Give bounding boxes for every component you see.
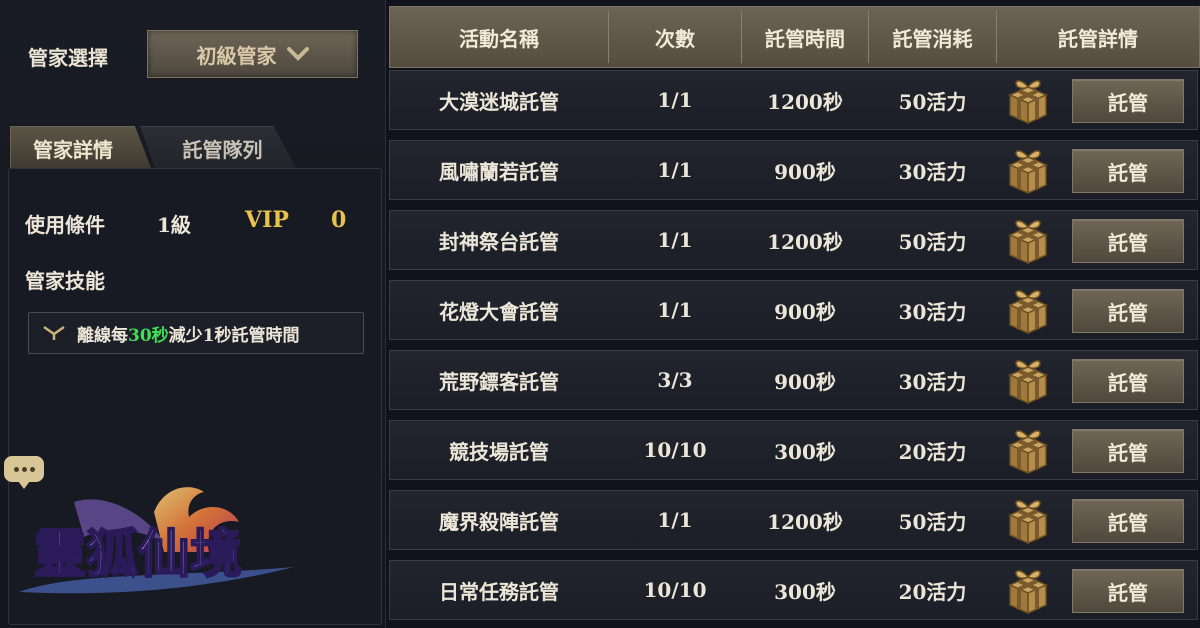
activity-time: 1200秒 xyxy=(767,509,843,534)
table-row: 競技場託管 10/10 300秒 20活力 託管 xyxy=(389,420,1198,480)
gift-box-icon[interactable] xyxy=(1002,75,1054,125)
vip-label: VIP xyxy=(245,207,289,233)
table-row: 封神祭台託管 1/1 1200秒 50活力 託管 xyxy=(389,210,1198,270)
vip-value: 0 xyxy=(331,207,347,233)
host-button[interactable]: 託管 xyxy=(1072,79,1184,123)
activity-count: 10/10 xyxy=(643,438,707,462)
activity-name: 風嘯蘭若託管 xyxy=(439,159,559,184)
manager-panel: 管家選擇 初級管家 託管隊列 管家詳情 使用條件 1級 VIP 0 管家技能 離… xyxy=(0,0,386,628)
activity-time: 900秒 xyxy=(774,369,836,394)
host-button[interactable]: 託管 xyxy=(1072,429,1184,473)
header-time: 託管時間 xyxy=(765,26,845,51)
gift-box-icon[interactable] xyxy=(1002,355,1054,405)
tab-queue-label: 託管隊列 xyxy=(182,137,263,162)
table-row: 日常任務託管 10/10 300秒 20活力 託管 xyxy=(389,560,1198,620)
activity-name: 花燈大會託管 xyxy=(439,299,559,324)
skill-text-highlight: 30秒 xyxy=(128,325,169,346)
hosting-table: 活動名稱 次數 託管時間 託管消耗 託管詳情 大漠迷城託管 1/1 1200秒 50活… xyxy=(389,6,1200,623)
activity-count: 1/1 xyxy=(657,228,693,252)
header-cost: 託管消耗 xyxy=(892,26,973,51)
activity-count: 1/1 xyxy=(657,298,693,322)
skill-item: 離線每30秒減少1秒託管時間 xyxy=(28,312,364,354)
host-button[interactable]: 託管 xyxy=(1072,569,1184,613)
activity-time: 1200秒 xyxy=(767,89,843,114)
header-details: 託管詳情 xyxy=(1058,26,1138,51)
activity-count: 3/3 xyxy=(657,368,693,392)
table-header: 活動名稱 次數 託管時間 託管消耗 託管詳情 xyxy=(389,6,1200,68)
activity-count: 1/1 xyxy=(657,508,693,532)
activity-cost: 20活力 xyxy=(898,439,967,464)
activity-time: 300秒 xyxy=(774,439,836,464)
activity-cost: 50活力 xyxy=(898,509,967,534)
skill-text-pre: 離線每 xyxy=(77,325,128,346)
activity-cost: 50活力 xyxy=(898,89,967,114)
gift-box-icon[interactable] xyxy=(1002,285,1054,335)
header-count: 次數 xyxy=(655,26,695,51)
table-row: 風嘯蘭若託管 1/1 900秒 30活力 託管 xyxy=(389,140,1198,200)
gift-box-icon[interactable] xyxy=(1002,495,1054,545)
activity-count: 1/1 xyxy=(657,158,693,182)
table-row: 花燈大會託管 1/1 900秒 30活力 託管 xyxy=(389,280,1198,340)
activity-count: 10/10 xyxy=(643,578,707,602)
table-row: 荒野鏢客託管 3/3 900秒 30活力 託管 xyxy=(389,350,1198,410)
tab-details[interactable]: 管家詳情 xyxy=(10,126,152,170)
skill-label: 管家技能 xyxy=(25,269,105,293)
activity-count: 1/1 xyxy=(657,88,693,112)
chat-icon[interactable] xyxy=(4,456,44,489)
activity-cost: 30活力 xyxy=(898,159,967,184)
manager-select-label: 管家選擇 xyxy=(28,46,108,70)
condition-label: 使用條件 xyxy=(25,213,105,237)
skill-arrow-icon xyxy=(43,325,65,340)
gift-box-icon[interactable] xyxy=(1002,215,1054,265)
host-button[interactable]: 託管 xyxy=(1072,359,1184,403)
chevron-down-icon xyxy=(286,47,309,61)
activity-name: 魔界殺陣託管 xyxy=(439,509,559,534)
activity-name: 荒野鏢客託管 xyxy=(439,369,559,394)
activity-cost: 20活力 xyxy=(898,579,967,604)
activity-cost: 30活力 xyxy=(898,299,967,324)
host-button[interactable]: 託管 xyxy=(1072,289,1184,333)
host-button[interactable]: 託管 xyxy=(1072,149,1184,193)
tab-details-label: 管家詳情 xyxy=(33,137,113,162)
activity-name: 大漠迷城託管 xyxy=(439,89,559,114)
logo-text: 靈狐仙境 xyxy=(34,524,242,585)
activity-time: 1200秒 xyxy=(767,229,843,254)
table-row: 魔界殺陣託管 1/1 1200秒 50活力 託管 xyxy=(389,490,1198,550)
game-logo: 靈狐仙境 xyxy=(19,487,294,594)
tab-queue[interactable]: 託管隊列 xyxy=(140,126,297,170)
activity-time: 900秒 xyxy=(774,159,836,184)
activity-name: 封神祭台託管 xyxy=(439,229,559,254)
table-row: 大漠迷城託管 1/1 1200秒 50活力 託管 xyxy=(389,70,1198,130)
activity-time: 900秒 xyxy=(774,299,836,324)
gift-box-icon[interactable] xyxy=(1002,565,1054,615)
skill-description: 離線每30秒減少1秒託管時間 xyxy=(77,321,300,346)
activity-name: 日常任務託管 xyxy=(439,579,559,604)
gift-box-icon[interactable] xyxy=(1002,145,1054,195)
gift-box-icon[interactable] xyxy=(1002,425,1054,475)
activity-time: 300秒 xyxy=(774,579,836,604)
host-button[interactable]: 託管 xyxy=(1072,219,1184,263)
manager-dropdown[interactable]: 初級管家 xyxy=(147,30,358,78)
activity-name: 競技場託管 xyxy=(449,439,549,464)
condition-level: 1級 xyxy=(157,213,191,237)
manager-dropdown-value: 初級管家 xyxy=(196,43,277,68)
activity-cost: 50活力 xyxy=(898,229,967,254)
header-activity-name: 活動名稱 xyxy=(459,26,539,51)
host-button[interactable]: 託管 xyxy=(1072,499,1184,543)
activity-cost: 30活力 xyxy=(898,369,967,394)
skill-text-post: 減少1秒託管時間 xyxy=(168,325,300,346)
